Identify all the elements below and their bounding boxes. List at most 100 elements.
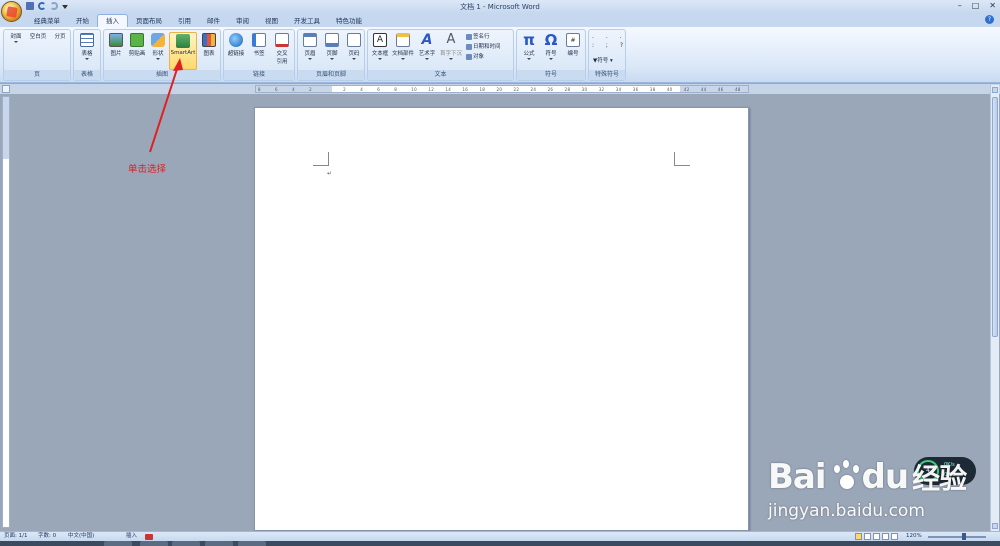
table-button[interactable]: 表格 <box>77 32 97 70</box>
minimize-button[interactable]: – <box>958 1 962 10</box>
page-count[interactable]: 页面: 1/1 <box>4 532 27 541</box>
page-number-button[interactable]: 页码 <box>344 32 364 70</box>
ruler-number: 10 <box>411 87 417 92</box>
cross-reference-icon <box>275 33 289 47</box>
footer-button[interactable]: 页脚 <box>322 32 342 70</box>
language-indicator[interactable]: 中文(中国) <box>68 532 94 541</box>
ruler-number: 24 <box>530 87 537 92</box>
taskbar-item[interactable] <box>104 541 132 546</box>
vertical-ruler[interactable] <box>2 96 10 528</box>
window-title: 文档 1 - Microsoft Word <box>460 3 540 11</box>
web-layout-view[interactable] <box>873 533 880 540</box>
taskbar-item[interactable] <box>140 541 168 546</box>
date-time-icon <box>466 43 472 50</box>
ruler-number: 28 <box>564 87 571 92</box>
special-symbol-grid[interactable]: · · ·: ; ? <box>592 35 628 49</box>
tab-classic-menu[interactable]: 经典菜单 <box>26 15 68 27</box>
help-icon[interactable]: ? <box>985 15 994 24</box>
word-count[interactable]: 字数: 0 <box>38 532 56 541</box>
ruler-number: 14 <box>445 87 452 92</box>
horizontal-ruler[interactable]: 8 6 4 2 2 4 6 8 10 12 14 16 18 20 22 24 26 28 30 32 34 36 38 40… <box>255 85 749 93</box>
text-box-button[interactable]: A 文本框 <box>370 32 390 70</box>
draft-view[interactable] <box>891 533 898 540</box>
baidu-paw-icon <box>828 459 864 495</box>
smartart-button[interactable]: SmartArt <box>169 32 197 70</box>
date-time-button[interactable]: 日期和时间 <box>466 43 501 51</box>
header-button[interactable]: 页眉 <box>300 32 320 70</box>
tab-developer[interactable]: 开发工具 <box>286 15 328 27</box>
ruler-number: 2 <box>309 87 312 92</box>
status-bar: 页面: 1/1 字数: 0 中文(中国) 插入 120% <box>0 531 1000 541</box>
scroll-up-arrow[interactable] <box>992 87 998 93</box>
scroll-thumb[interactable] <box>992 97 998 337</box>
outline-view[interactable] <box>882 533 889 540</box>
zoom-slider[interactable] <box>928 536 986 538</box>
tab-mailings[interactable]: 邮件 <box>199 15 228 27</box>
wordart-button[interactable]: A 艺术字 <box>417 32 437 70</box>
taskbar-item[interactable] <box>205 541 233 546</box>
object-button[interactable]: 对象 <box>466 53 484 61</box>
taskbar-item[interactable] <box>238 541 266 546</box>
drop-cap-button[interactable]: A 首字下沉 <box>439 32 463 70</box>
tab-selector[interactable] <box>2 85 10 93</box>
ribbon: 封面 空白页 分页 页 表格 表格 图片 剪贴画 形状 SmartArt 图表 … <box>0 27 1000 154</box>
group-label-symbols: 符号 <box>517 70 585 80</box>
tab-home[interactable]: 开始 <box>68 15 97 27</box>
maximize-button[interactable]: □ <box>972 1 980 10</box>
zoom-level[interactable]: 120% <box>906 532 922 541</box>
table-icon <box>80 33 94 47</box>
group-label-header-footer: 页眉和页脚 <box>298 70 364 80</box>
numbering-button[interactable]: # 编号 <box>563 32 583 70</box>
cross-reference-button[interactable]: 交叉 引用 <box>272 32 292 70</box>
group-label-special-symbols: 特殊符号 <box>589 70 625 80</box>
tab-view[interactable]: 视图 <box>257 15 286 27</box>
footer-icon <box>325 33 339 47</box>
view-buttons <box>855 533 898 540</box>
ruler-number: 42 <box>683 87 690 92</box>
print-layout-view[interactable] <box>855 533 862 540</box>
hyperlink-button[interactable]: 超链接 <box>226 32 246 70</box>
ruler-number: 44 <box>700 87 707 92</box>
window-controls: – □ ✕ <box>958 1 996 10</box>
cover-page-button[interactable]: 封面 <box>6 32 274 154</box>
symbol-button[interactable]: Ω 符号 <box>541 32 561 70</box>
group-symbols: π 公式 Ω 符号 # 编号 符号 <box>516 29 586 81</box>
tab-page-layout[interactable]: 页面布局 <box>128 15 170 27</box>
equation-button[interactable]: π 公式 <box>519 32 539 70</box>
tab-references[interactable]: 引用 <box>170 15 199 27</box>
ruler-number: 32 <box>598 87 605 92</box>
shapes-icon <box>151 33 165 47</box>
hyperlink-icon <box>229 33 243 47</box>
office-button[interactable] <box>1 1 22 22</box>
clip-art-button[interactable]: 剪贴画 <box>127 32 147 70</box>
ruler-number: 18 <box>479 87 486 92</box>
picture-button[interactable]: 图片 <box>106 32 126 70</box>
macro-icon[interactable] <box>145 534 153 540</box>
chart-button[interactable]: 图表 <box>199 32 219 70</box>
insert-mode[interactable]: 插入 <box>126 532 137 541</box>
ruler-number: 4 <box>360 87 364 92</box>
tab-special-features[interactable]: 特色功能 <box>328 15 370 27</box>
quick-parts-icon <box>396 33 410 47</box>
wordart-icon: A <box>421 32 433 48</box>
close-button[interactable]: ✕ <box>989 1 996 10</box>
special-symbol-dropdown[interactable]: ▼符号 ▾ <box>593 57 613 65</box>
crop-mark-left <box>313 152 329 166</box>
office-logo-icon <box>6 6 18 18</box>
ruler-number: 2 <box>343 87 347 92</box>
signature-line-button[interactable]: 签名行 <box>466 33 490 41</box>
ruler-number: 38 <box>649 87 656 92</box>
blank-page-button[interactable]: 空白页 <box>28 32 296 154</box>
quick-parts-button[interactable]: 文档部件 <box>392 32 414 70</box>
bookmark-button[interactable]: 书签 <box>249 32 269 70</box>
group-header-footer: 页眉 页脚 页码 页眉和页脚 <box>297 29 365 81</box>
page-break-button[interactable]: 分页 <box>50 32 318 154</box>
group-label-pages: 页 <box>4 70 70 80</box>
numbering-icon: # <box>566 33 580 47</box>
zoom-slider-thumb[interactable] <box>962 533 966 540</box>
full-screen-view[interactable] <box>864 533 871 540</box>
tab-review[interactable]: 审阅 <box>228 15 257 27</box>
shapes-button[interactable]: 形状 <box>148 32 168 70</box>
taskbar-item[interactable] <box>172 541 200 546</box>
tab-insert[interactable]: 插入 <box>97 14 128 27</box>
